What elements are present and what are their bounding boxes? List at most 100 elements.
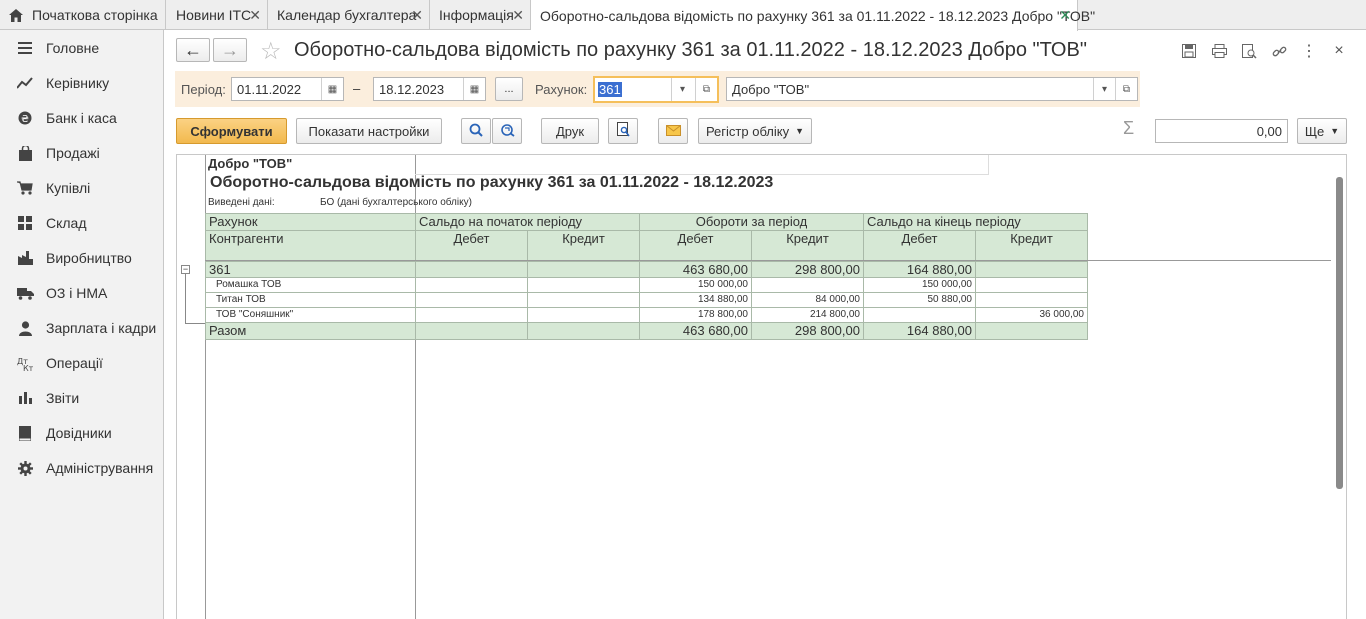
preview-button[interactable] <box>608 118 638 144</box>
credit-header: Кредит <box>527 230 640 261</box>
sidebar-item-label: Звіти <box>46 390 80 406</box>
sidebar-item-salary[interactable]: Зарплата і кадри <box>0 313 163 343</box>
person-icon <box>16 319 34 337</box>
row-name: Ромашка ТОВ <box>205 277 416 293</box>
accounting-register-button[interactable]: Регістр обліку ▼ <box>698 118 812 144</box>
sidebar-item-label: Керівнику <box>46 75 110 91</box>
period-select-button[interactable]: ... <box>495 77 523 101</box>
sidebar-item-manager[interactable]: Керівнику <box>0 68 163 98</box>
generate-button[interactable]: Сформувати <box>176 118 287 144</box>
close-tab-icon[interactable]: ✕ <box>1059 7 1071 24</box>
date-to-field[interactable]: 18.12.2023 ▦ <box>373 77 486 101</box>
sidebar-item-reports[interactable]: Звіти <box>0 383 163 413</box>
show-settings-label: Показати настройки <box>308 123 430 139</box>
row-name: ТОВ "Соняшник" <box>205 307 416 323</box>
credit-header: Кредит <box>975 230 1088 261</box>
dtkt-icon: Дт Кт <box>16 354 34 372</box>
tab-bar: Початкова сторінка Новини ІТС ✕ Календар… <box>0 0 1366 31</box>
sidebar-item-warehouse[interactable]: Склад <box>0 208 163 238</box>
tab-turnover-balance[interactable]: Оборотно-сальдова відомість по рахунку 3… <box>531 0 1095 31</box>
link-icon[interactable] <box>1271 43 1287 59</box>
account-field[interactable]: 361 ▾ ⧉ <box>593 76 719 103</box>
more-menu-icon[interactable]: ⋮ <box>1301 43 1317 60</box>
date-from-field[interactable]: 01.11.2022 ▦ <box>231 77 344 101</box>
group-end-header: Сальдо на кінець періоду <box>863 213 1088 231</box>
calendar-icon[interactable]: ▦ <box>463 78 485 100</box>
col-account-header: Рахунок <box>205 213 416 231</box>
collapse-group-icon[interactable]: − <box>181 265 190 274</box>
show-settings-button[interactable]: Показати настройки <box>296 118 442 144</box>
open-icon[interactable]: ⧉ <box>1115 78 1137 100</box>
organization-field[interactable]: Добро "ТОВ" ▾ ⧉ <box>726 77 1138 101</box>
sidebar-item-sales[interactable]: Продажі <box>0 138 163 168</box>
total-end-credit <box>975 322 1088 340</box>
more-button[interactable]: Ще ▼ <box>1297 118 1347 144</box>
sidebar-item-label: Банк і каса <box>46 110 117 126</box>
account-value: 361 <box>598 82 622 97</box>
sidebar-item-label: Адміністрування <box>46 460 154 476</box>
preview-icon[interactable] <box>1241 43 1257 59</box>
data-value: БО (дані бухгалтерського обліку) <box>320 197 472 208</box>
total-turnover-debit: 463 680,00 <box>639 322 752 340</box>
coin-icon: ₴ <box>16 109 34 127</box>
report-area: Добро "ТОВ" Оборотно-сальдова відомість … <box>176 154 1347 619</box>
turnover-credit: 214 800,00 <box>751 307 864 323</box>
close-icon[interactable]: × <box>1331 42 1347 59</box>
sum-field[interactable]: 0,00 <box>1155 119 1288 143</box>
sidebar-item-directories[interactable]: Довідники <box>0 418 163 448</box>
sidebar-item-fixed-assets[interactable]: ОЗ і НМА <box>0 278 163 308</box>
sidebar-item-main[interactable]: Головне <box>0 33 163 63</box>
sidebar-item-operations[interactable]: Дт Кт Операції <box>0 348 163 378</box>
start-credit <box>527 261 640 278</box>
save-icon[interactable] <box>1181 43 1197 59</box>
tab-accountant-calendar[interactable]: Календар бухгалтера ✕ <box>268 0 430 30</box>
close-tab-icon[interactable]: ✕ <box>411 7 423 24</box>
bar-chart-icon <box>16 389 34 407</box>
star-icon[interactable]: ☆ <box>260 37 282 66</box>
tab-label: Календар бухгалтера <box>277 7 417 23</box>
sidebar-item-label: Зарплата і кадри <box>46 320 157 336</box>
search-button[interactable] <box>461 118 491 144</box>
forward-button[interactable]: → <box>213 38 247 62</box>
sidebar-item-label: Головне <box>46 40 100 56</box>
close-tab-icon[interactable]: ✕ <box>512 7 524 24</box>
tab-news-its[interactable]: Новини ІТС ✕ <box>167 0 268 30</box>
open-icon[interactable]: ⧉ <box>695 78 717 101</box>
close-tab-icon[interactable]: ✕ <box>249 7 261 24</box>
debit-header: Дебет <box>415 230 528 261</box>
start-credit <box>527 292 640 308</box>
email-button[interactable] <box>658 118 688 144</box>
turnover-credit: 84 000,00 <box>751 292 864 308</box>
sidebar-item-bank[interactable]: ₴ Банк і каса <box>0 103 163 133</box>
book-icon <box>16 424 34 442</box>
trend-icon <box>16 74 34 92</box>
back-button[interactable]: ← <box>176 38 210 62</box>
sidebar-item-purchases[interactable]: Купівлі <box>0 173 163 203</box>
search-refresh-button[interactable] <box>492 118 522 144</box>
page-title: Оборотно-сальдова відомість по рахунку 3… <box>294 39 1087 61</box>
sidebar-item-production[interactable]: Виробництво <box>0 243 163 273</box>
chevron-down-icon: ▼ <box>1330 126 1340 136</box>
chevron-down-icon[interactable]: ▾ <box>671 78 693 101</box>
calendar-icon[interactable]: ▦ <box>321 78 343 100</box>
report-org: Добро "ТОВ" <box>208 156 293 171</box>
tab-information[interactable]: Інформація ✕ <box>430 0 531 30</box>
chevron-down-icon[interactable]: ▾ <box>1093 78 1115 100</box>
dots-label: ... <box>504 83 514 95</box>
sidebar-item-label: Купівлі <box>46 180 91 196</box>
end-credit <box>975 277 1088 293</box>
vertical-scrollbar[interactable] <box>1336 177 1343 489</box>
printer-icon[interactable] <box>1211 43 1227 59</box>
sidebar-item-label: ОЗ і НМА <box>46 285 108 301</box>
preview-doc-icon <box>616 122 630 140</box>
tab-label: Новини ІТС <box>176 7 252 23</box>
row-name: Титан ТОВ <box>205 292 416 308</box>
sidebar-item-label: Довідники <box>46 425 112 441</box>
start-debit <box>415 277 528 293</box>
print-button[interactable]: Друк <box>541 118 599 144</box>
home-icon <box>9 8 23 22</box>
tab-home[interactable]: Початкова сторінка <box>0 0 166 30</box>
end-credit: 36 000,00 <box>975 307 1088 323</box>
sidebar-item-administration[interactable]: Адміністрування <box>0 453 163 483</box>
cart-icon <box>16 179 34 197</box>
